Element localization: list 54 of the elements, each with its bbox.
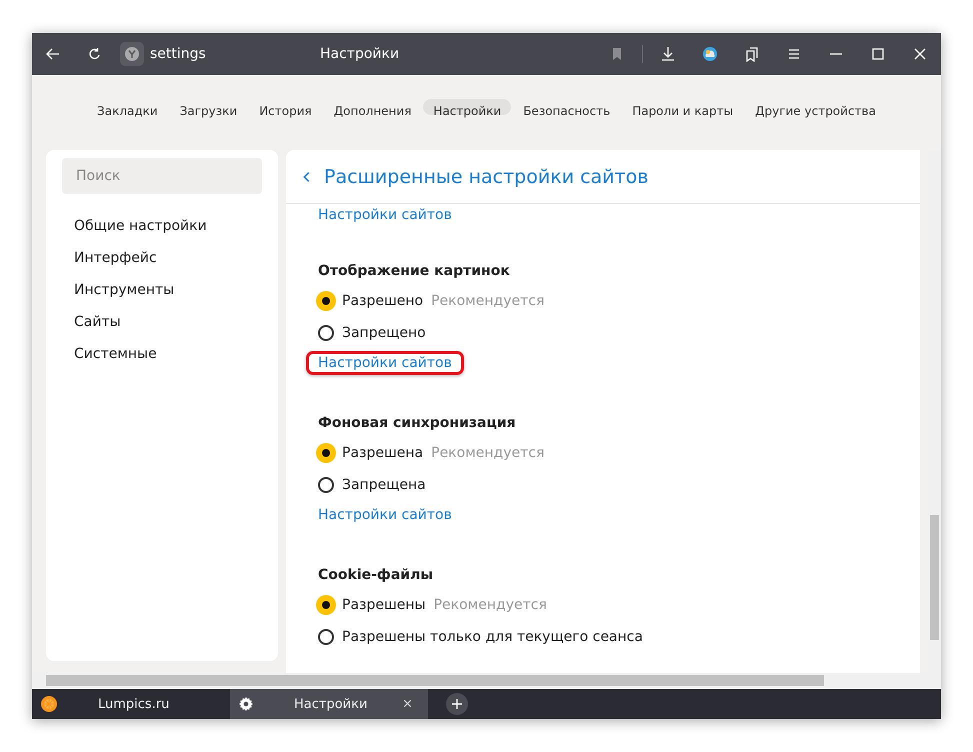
maximize-icon — [870, 46, 886, 62]
nav-tab[interactable]: Настройки — [423, 99, 512, 115]
close-icon — [401, 697, 414, 710]
browser-tab[interactable]: Lumpics.ru — [32, 689, 230, 719]
site-settings-link[interactable]: Настройки сайтов — [318, 207, 452, 223]
option-label: Разрешена — [342, 445, 424, 461]
sidebar-item[interactable]: Сайты — [74, 306, 262, 338]
radio-button[interactable] — [316, 595, 336, 615]
browser-tab[interactable]: Настройки — [230, 689, 428, 719]
nav-tab[interactable]: Пароли и карты — [622, 99, 744, 115]
nav-tab[interactable]: Безопасность — [513, 99, 620, 115]
option-label: Запрещено — [342, 325, 426, 341]
option-label: Разрешены — [342, 597, 426, 613]
section-title: Фоновая синхронизация — [318, 415, 517, 431]
sidebar-item[interactable]: Системные — [74, 338, 262, 370]
radio-button[interactable] — [318, 629, 334, 645]
weather-icon — [702, 46, 718, 62]
recommended-note: Рекомендуется — [431, 445, 544, 461]
download-icon — [660, 46, 676, 62]
browser-logo-icon — [120, 42, 144, 66]
back-arrow-icon — [45, 46, 61, 62]
nav-tab[interactable]: Дополнения — [324, 99, 422, 115]
recommended-note: Рекомендуется — [431, 293, 544, 309]
panel-title: Расширенные настройки сайтов — [324, 166, 648, 188]
plus-icon — [451, 698, 463, 710]
tab-title: Lumpics.ru — [98, 696, 170, 712]
nav-tab[interactable]: Загрузки — [170, 99, 248, 115]
radio-button[interactable] — [318, 477, 334, 493]
address-text[interactable]: settings — [150, 46, 206, 62]
settings-icon — [238, 696, 254, 712]
site-settings-link[interactable]: Настройки сайтов — [318, 503, 452, 527]
section-title: Cookie-файлы — [318, 567, 434, 583]
bookmarks-icon — [744, 46, 760, 62]
sidebar-item[interactable]: Общие настройки — [74, 210, 262, 242]
sidebar-item[interactable]: Инструменты — [74, 274, 262, 306]
sidebar-item[interactable]: Интерфейс — [74, 242, 262, 274]
radio-button[interactable] — [316, 443, 336, 463]
tab-title: Настройки — [294, 696, 368, 712]
option-label: Разрешены только для текущего сеанса — [342, 629, 643, 645]
fruit-slice-icon — [40, 695, 58, 713]
section-title: Отображение картинок — [318, 263, 511, 279]
minimize-icon — [830, 53, 842, 55]
nav-tab[interactable]: Закладки — [87, 99, 168, 115]
radio-button[interactable] — [316, 291, 336, 311]
recommended-note: Рекомендуется — [434, 597, 547, 613]
new-tab-button[interactable] — [446, 693, 468, 715]
close-icon — [912, 46, 928, 62]
nav-tab[interactable]: Другие устройства — [745, 99, 886, 115]
radio-button[interactable] — [318, 325, 334, 341]
option-label: Запрещена — [342, 477, 426, 493]
page-title: Настройки — [320, 46, 400, 62]
nav-tab[interactable]: История — [249, 99, 322, 115]
site-settings-link[interactable]: Настройки сайтов — [306, 351, 464, 375]
option-label: Разрешено — [342, 293, 424, 309]
